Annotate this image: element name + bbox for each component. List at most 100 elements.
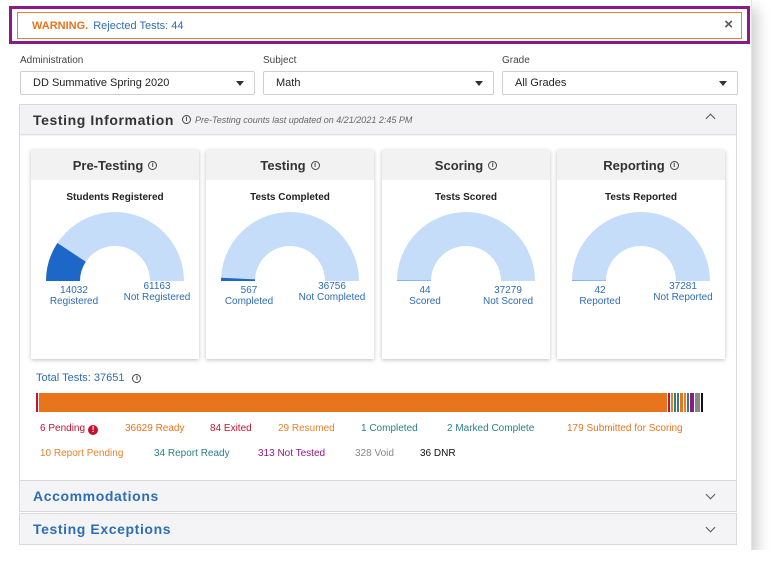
- status-ready[interactable]: 36629 Ready: [125, 423, 210, 435]
- card-title: Pre-Testing i: [31, 150, 199, 180]
- card-subtitle: Tests Scored: [434, 192, 498, 203]
- registered-count: 14032: [60, 285, 88, 296]
- registered-label: Registered: [49, 296, 99, 307]
- testing-information-header[interactable]: Testing Information i Pre-Testing counts…: [20, 105, 736, 135]
- gauge-track: [397, 212, 535, 281]
- gauge-right-readout: 37281 Not Reported: [647, 281, 719, 303]
- gauge-track: [572, 212, 710, 281]
- gauge-chart: [397, 212, 535, 281]
- chevron-up-icon[interactable]: [705, 113, 716, 124]
- card-title-text: Reporting: [603, 157, 665, 173]
- not-scored-count: 37279: [494, 285, 522, 296]
- status-report-ready[interactable]: 34 Report Ready: [154, 448, 258, 459]
- warning-label: WARNING.: [32, 19, 89, 32]
- status-report-pending[interactable]: 10 Report Pending: [40, 448, 154, 459]
- info-icon[interactable]: i: [182, 115, 192, 124]
- card-testing: Testing i Tests Completed 567 Completed …: [206, 150, 374, 359]
- alert-icon: !: [88, 424, 99, 435]
- warning-banner: WARNING. Rejected Tests: 44 ×: [17, 12, 742, 39]
- administration-label: Administration: [20, 55, 84, 66]
- info-icon[interactable]: i: [148, 160, 158, 170]
- status-submitted-for-scoring[interactable]: 179 Submitted for Scoring: [567, 423, 683, 435]
- card-title-text: Pre-Testing: [72, 157, 144, 173]
- info-icon[interactable]: i: [669, 160, 679, 170]
- gauge-right-readout: 36756 Not Completed: [296, 281, 368, 303]
- gauge-left-readout: 14032 Registered: [39, 285, 109, 307]
- last-updated-note: Pre-Testing counts last updated on 4/21/…: [195, 114, 413, 125]
- status-resumed[interactable]: 29 Resumed: [278, 423, 361, 435]
- card-title: Reporting i: [557, 150, 725, 180]
- card-subtitle: Students Registered: [66, 192, 164, 203]
- status-legend-row-1: 6 Pending! 36629 Ready 84 Exited 29 Resu…: [40, 423, 683, 435]
- not-completed-count: 36756: [318, 281, 346, 292]
- grade-value: All Grades: [515, 77, 567, 89]
- info-icon[interactable]: i: [132, 373, 142, 383]
- status-bar-segment[interactable]: [39, 393, 669, 412]
- dashboard-frame: WARNING. Rejected Tests: 44 × Administra…: [0, 0, 752, 550]
- gauge-chart: [46, 212, 184, 281]
- testing-exceptions-title: Testing Exceptions: [33, 521, 172, 537]
- completed-count: 567: [240, 285, 258, 296]
- caret-down-icon: [236, 80, 244, 86]
- warning-message[interactable]: Rejected Tests: 44: [93, 20, 183, 32]
- status-dnr[interactable]: 36 DNR: [420, 448, 456, 459]
- gauge-right-readout: 37279 Not Scored: [472, 285, 544, 307]
- scored-count: 44: [419, 285, 431, 296]
- info-icon[interactable]: i: [488, 160, 498, 170]
- card-pre-testing: Pre-Testing i Students Registered 14032 …: [31, 150, 199, 359]
- not-registered-count: 61163: [143, 281, 171, 292]
- card-subtitle: Tests Completed: [250, 192, 330, 203]
- status-legend-row-2: 10 Report Pending 34 Report Ready 313 No…: [40, 448, 456, 459]
- gauge-left-readout: 42 Reported: [565, 285, 635, 307]
- status-marked-complete[interactable]: 2 Marked Complete: [447, 423, 567, 435]
- administration-value: DD Summative Spring 2020: [33, 77, 170, 89]
- card-reporting: Reporting i Tests Reported 42 Reported 3…: [557, 150, 725, 359]
- not-reported-label: Not Reported: [653, 292, 713, 303]
- gauge-left-readout: 44 Scored: [390, 285, 460, 307]
- total-tests: Total Tests: 37651 i: [36, 372, 142, 384]
- completed-label: Completed: [224, 296, 274, 307]
- card-scoring: Scoring i Tests Scored 44 Scored 37279 N…: [382, 150, 550, 359]
- not-completed-label: Not Completed: [298, 292, 366, 303]
- subject-label: Subject: [263, 55, 297, 66]
- subject-filter: Subject Math: [263, 55, 494, 95]
- status-completed[interactable]: 1 Completed: [361, 423, 447, 435]
- gauge-left-readout: 567 Completed: [214, 285, 284, 307]
- scored-label: Scored: [409, 296, 441, 307]
- reported-label: Reported: [579, 296, 621, 307]
- chevron-down-icon[interactable]: [705, 522, 716, 533]
- card-title: Scoring i: [382, 150, 550, 180]
- page-background: [0, 550, 778, 575]
- accommodations-title: Accommodations: [33, 488, 159, 504]
- status-pending[interactable]: 6 Pending!: [40, 423, 125, 435]
- not-registered-label: Not Registered: [123, 292, 191, 303]
- administration-filter: Administration DD Summative Spring 2020: [20, 55, 255, 95]
- status-exited[interactable]: 84 Exited: [210, 423, 278, 435]
- caret-down-icon: [719, 80, 727, 86]
- panel-title: Testing Information: [33, 111, 175, 128]
- card-title-text: Testing: [260, 157, 306, 173]
- caret-down-icon: [475, 80, 483, 86]
- test-status-bar: [36, 393, 704, 412]
- status-not-tested[interactable]: 313 Not Tested: [258, 448, 355, 459]
- total-tests-label: Total Tests: 37651: [36, 372, 125, 384]
- chevron-down-icon[interactable]: [705, 489, 716, 500]
- grade-select[interactable]: All Grades: [502, 71, 738, 95]
- status-bar-segment[interactable]: [700, 393, 704, 412]
- info-icon[interactable]: i: [310, 160, 320, 170]
- subject-value: Math: [276, 77, 301, 89]
- accommodations-section[interactable]: Accommodations: [19, 480, 737, 512]
- card-title: Testing i: [206, 150, 374, 180]
- card-title-text: Scoring: [434, 157, 484, 173]
- status-label: 6 Pending: [40, 423, 86, 434]
- not-reported-count: 37281: [669, 281, 697, 292]
- administration-select[interactable]: DD Summative Spring 2020: [20, 71, 255, 95]
- not-scored-label: Not Scored: [482, 296, 534, 307]
- status-void[interactable]: 328 Void: [355, 448, 420, 459]
- close-icon[interactable]: ×: [724, 16, 733, 33]
- gauge-track: [221, 212, 359, 281]
- reported-count: 42: [594, 285, 606, 296]
- testing-exceptions-section[interactable]: Testing Exceptions: [19, 513, 737, 545]
- gauge-chart: [572, 212, 710, 281]
- subject-select[interactable]: Math: [263, 71, 494, 95]
